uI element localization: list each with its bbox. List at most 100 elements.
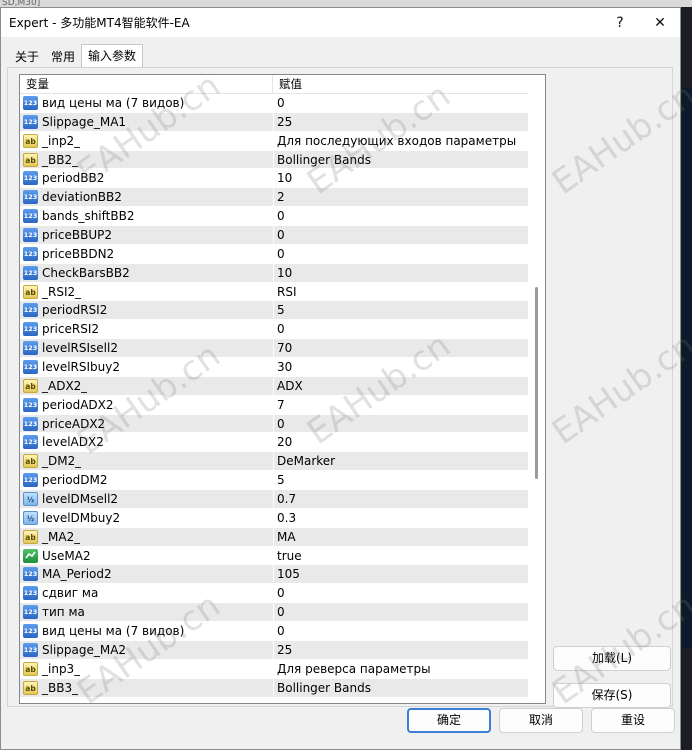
parameter-name: _RSI2_: [42, 284, 82, 299]
str-type-icon: ab: [23, 454, 38, 469]
parameter-name: levelDMsell2: [42, 491, 119, 506]
int-type-icon: 123: [23, 605, 38, 620]
parameter-row[interactable]: 123 CheckBarsBB2 10: [20, 263, 528, 283]
parameter-value[interactable]: 0: [274, 96, 528, 110]
parameter-value[interactable]: Для реверса параметры: [274, 662, 528, 676]
parameter-value[interactable]: 2: [274, 190, 528, 204]
parameter-row[interactable]: ab _DM2_ DeMarker: [20, 452, 528, 472]
close-button[interactable]: ✕: [640, 8, 680, 37]
int-type-icon: 123: [23, 190, 38, 205]
column-header-variable[interactable]: 变量: [20, 75, 273, 93]
parameter-row[interactable]: 123 periodDM2 5: [20, 471, 528, 491]
parameter-row[interactable]: 123 priceBBDN2 0: [20, 244, 528, 264]
parameter-value[interactable]: 0: [274, 417, 528, 431]
parameter-value[interactable]: 0: [274, 209, 528, 223]
parameter-row[interactable]: ½ levelDMbuy2 0.3: [20, 508, 528, 528]
load-button[interactable]: 加载(L): [553, 646, 671, 671]
parameter-value[interactable]: 30: [274, 360, 528, 374]
parameter-value[interactable]: 0.3: [274, 511, 528, 525]
parameter-row[interactable]: 123 тип ма 0: [20, 603, 528, 623]
parameter-row[interactable]: 123 levelRSIbuy2 30: [20, 358, 528, 377]
int-type-icon: 123: [23, 114, 38, 129]
parameter-row[interactable]: 123 Slippage_MA1 25: [20, 112, 528, 132]
parameter-name-cell: ab _ADX2_: [20, 376, 274, 395]
parameter-name-cell: 123 priceRSI2: [20, 320, 274, 339]
parameter-row[interactable]: 123 bands_shiftBB2 0: [20, 207, 528, 227]
parameter-name-cell: 123 вид цены ма (7 видов): [20, 622, 274, 640]
reset-button[interactable]: 重设: [591, 708, 675, 733]
cancel-button[interactable]: 取消: [499, 708, 583, 733]
parameter-row[interactable]: 123 priceADX2 0: [20, 414, 528, 434]
parameter-name: сдвиг ма: [42, 586, 99, 601]
parameter-row[interactable]: 123 вид цены ма (7 видов) 0: [20, 94, 528, 113]
parameter-value[interactable]: 0.7: [274, 492, 528, 506]
parameter-row[interactable]: 123 Slippage_MA2 25: [20, 640, 528, 660]
int-type-icon: 123: [23, 473, 38, 488]
parameter-row[interactable]: ab _inp2_ Для последующих входов параметры: [20, 131, 528, 151]
help-button[interactable]: ?: [600, 8, 640, 37]
parameter-row[interactable]: 123 priceRSI2 0: [20, 320, 528, 340]
parameter-value[interactable]: MA: [274, 530, 528, 544]
parameter-value[interactable]: 0: [274, 624, 528, 638]
parameter-value[interactable]: 25: [274, 643, 528, 657]
parameter-value[interactable]: Для последующих входов параметры: [274, 134, 528, 148]
parameter-row[interactable]: 123 levelADX2 20: [20, 433, 528, 453]
parameter-name-cell: 123 priceBBUP2: [20, 226, 274, 244]
column-header-value[interactable]: 赋值: [273, 75, 527, 93]
parameter-row[interactable]: 123 priceBBUP2 0: [20, 226, 528, 245]
parameter-row[interactable]: ab _inp3_ Для реверса параметры: [20, 659, 528, 679]
str-type-icon: ab: [23, 529, 38, 544]
parameter-value[interactable]: Bollinger Bands: [274, 153, 528, 167]
parameter-row[interactable]: 123 periodRSI2 5: [20, 301, 528, 321]
parameter-value[interactable]: 10: [274, 171, 528, 185]
parameter-row[interactable]: 123 сдвиг ма 0: [20, 584, 528, 604]
parameter-value[interactable]: 10: [274, 266, 528, 280]
parameter-name: periodADX2: [42, 397, 114, 412]
parameter-row[interactable]: UseMA2 true: [20, 546, 528, 566]
parameter-row[interactable]: 123 periodADX2 7: [20, 395, 528, 415]
parameter-row[interactable]: ab _RSI2_ RSI: [20, 282, 528, 302]
parameter-name: bands_shiftBB2: [42, 209, 135, 224]
parameter-row[interactable]: ½ levelDMsell2 0.7: [20, 490, 528, 509]
save-button[interactable]: 保存(S): [553, 683, 671, 708]
parameter-row[interactable]: ab _MA2_ MA: [20, 527, 528, 547]
parameter-name-cell: 123 вид цены ма (7 видов): [20, 94, 274, 112]
vertical-scrollbar[interactable]: [528, 75, 545, 703]
parameter-value[interactable]: 0: [274, 247, 528, 261]
parameter-row[interactable]: 123 deviationBB2 2: [20, 188, 528, 208]
parameter-row[interactable]: ab _BB3_ Bollinger Bands: [20, 678, 528, 698]
parameter-row[interactable]: ab _BB2_ Bollinger Bands: [20, 150, 528, 170]
parameter-row[interactable]: ab _ADX2_ ADX: [20, 376, 528, 396]
parameter-value[interactable]: 0: [274, 228, 528, 242]
parameter-value[interactable]: 0: [274, 322, 528, 336]
parameter-name: _inp2_: [42, 133, 81, 148]
parameter-row[interactable]: 123 periodBB2 10: [20, 169, 528, 189]
tab-about[interactable]: 关于: [9, 46, 45, 68]
parameter-value[interactable]: 105: [274, 567, 528, 581]
parameter-name: periodDM2: [42, 473, 108, 488]
parameter-value[interactable]: 5: [274, 303, 528, 317]
parameter-row[interactable]: 123 MA_Period2 105: [20, 565, 528, 585]
tab-inputs[interactable]: 输入参数: [81, 44, 144, 68]
int-type-icon: 123: [23, 567, 38, 582]
parameter-value[interactable]: RSI: [274, 285, 528, 299]
parameter-value[interactable]: 25: [274, 115, 528, 129]
parameter-value[interactable]: 0: [274, 586, 528, 600]
scrollbar-thumb[interactable]: [535, 287, 538, 479]
parameter-value[interactable]: true: [274, 549, 528, 563]
parameter-value[interactable]: ADX: [274, 379, 528, 393]
parameter-row[interactable]: 123 вид цены ма (7 видов) 0: [20, 622, 528, 641]
parameter-name: Slippage_MA2: [42, 642, 127, 657]
ok-button[interactable]: 确定: [407, 708, 491, 733]
parameter-value[interactable]: DeMarker: [274, 454, 528, 468]
parameter-value[interactable]: 20: [274, 435, 528, 449]
parameter-value[interactable]: 7: [274, 398, 528, 412]
tab-common[interactable]: 常用: [45, 46, 81, 68]
parameter-value[interactable]: 70: [274, 341, 528, 355]
parameter-value[interactable]: Bollinger Bands: [274, 681, 528, 695]
parameter-value[interactable]: 5: [274, 473, 528, 487]
int-type-icon: 123: [23, 303, 38, 318]
parameter-value[interactable]: 0: [274, 605, 528, 619]
parameter-name-cell: 123 priceBBDN2: [20, 244, 274, 263]
parameter-row[interactable]: 123 levelRSIsell2 70: [20, 339, 528, 359]
